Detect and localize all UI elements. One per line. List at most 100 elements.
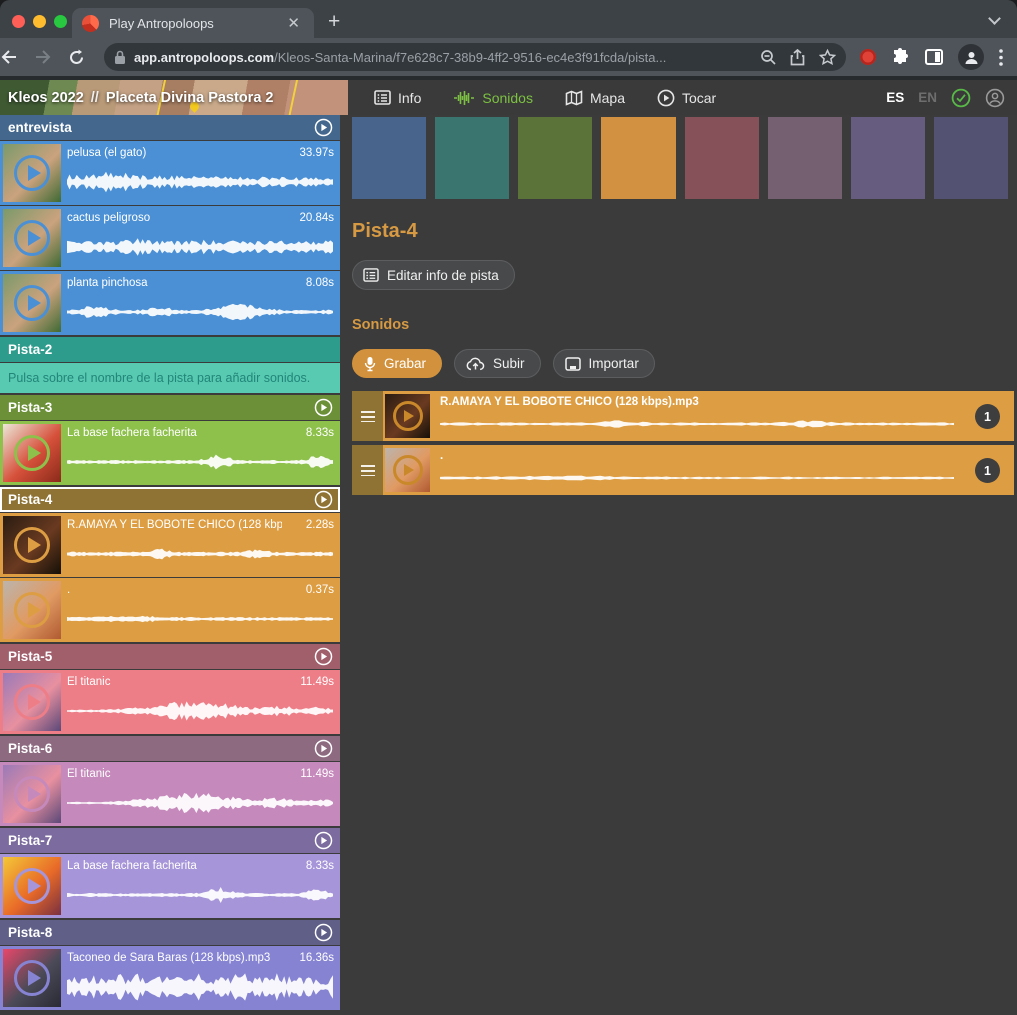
sound-play-icon[interactable] (14, 776, 50, 812)
track-swatch[interactable] (601, 117, 675, 199)
sound-row[interactable]: El titanic11.49s (0, 670, 340, 734)
track-header[interactable]: Pista-5 (0, 644, 340, 669)
track-swatch[interactable] (768, 117, 842, 199)
sound-row[interactable]: Taconeo de Sara Baras (128 kbps).mp316.3… (0, 946, 340, 1010)
track-swatch[interactable] (934, 117, 1008, 199)
zoom-out-icon[interactable] (760, 49, 776, 65)
sound-row[interactable]: R.AMAYA Y EL BOBOTE CHICO (128 kbps)....… (0, 513, 340, 577)
sound-duration: 11.49s (300, 768, 334, 780)
track-play-icon[interactable] (314, 118, 333, 137)
track-swatch[interactable] (352, 117, 426, 199)
zoom-window-button[interactable] (54, 15, 67, 28)
track-header[interactable]: Pista-6 (0, 736, 340, 761)
track-play-icon[interactable] (314, 490, 333, 509)
address-bar[interactable]: app.antropoloops.com/Kleos-Santa-Marina/… (104, 43, 846, 71)
track-header[interactable]: Pista-2 (0, 337, 340, 362)
sound-row[interactable]: .1 (352, 445, 1014, 495)
bookmark-star-icon[interactable] (819, 49, 836, 65)
url-text: app.antropoloops.com/Kleos-Santa-Marina/… (134, 50, 752, 65)
sound-play-icon[interactable] (393, 455, 423, 485)
sound-play-icon[interactable] (14, 285, 50, 321)
sound-row[interactable]: cactus peligroso20.84s (0, 206, 340, 270)
browser-tab[interactable]: Play Antropoloops ✕ (72, 8, 314, 38)
track-header[interactable]: Pista-8 (0, 920, 340, 945)
browser-toolbar: app.antropoloops.com/Kleos-Santa-Marina/… (0, 38, 1017, 76)
track-header[interactable]: Pista-3 (0, 395, 340, 420)
track-name: Pista-7 (8, 833, 314, 848)
sound-play-icon[interactable] (14, 592, 50, 628)
saved-check-icon[interactable] (951, 88, 971, 108)
waveform (67, 295, 333, 329)
sound-row[interactable]: R.AMAYA Y EL BOBOTE CHICO (128 kbps).mp3… (352, 391, 1014, 441)
nav-tab-tocar[interactable]: Tocar (645, 89, 728, 107)
track-swatch[interactable] (851, 117, 925, 199)
language-en[interactable]: EN (918, 90, 937, 105)
nav-tab-mapa[interactable]: Mapa (553, 90, 637, 106)
track-header[interactable]: entrevista (0, 115, 340, 140)
sound-play-icon[interactable] (14, 684, 50, 720)
tab-close-icon[interactable]: ✕ (283, 14, 304, 32)
sounds-section-title: Sonidos (352, 317, 1014, 333)
scene-photo[interactable]: Kleos 2022 // Placeta Divina Pastora 2 (0, 80, 348, 115)
forward-button[interactable] (34, 49, 68, 65)
sound-play-icon[interactable] (14, 220, 50, 256)
sound-row[interactable]: pelusa (el gato)33.97s (0, 141, 340, 205)
sound-row[interactable]: El titanic11.49s (0, 762, 340, 826)
track-play-icon[interactable] (314, 647, 333, 666)
track-play-icon[interactable] (314, 831, 333, 850)
track-swatch[interactable] (685, 117, 759, 199)
track-play-icon[interactable] (314, 398, 333, 417)
sound-name: La base fachera facherita (67, 427, 282, 439)
close-window-button[interactable] (12, 15, 25, 28)
sound-play-icon[interactable] (14, 155, 50, 191)
drag-handle[interactable] (352, 391, 383, 441)
sound-row[interactable]: La base fachera facherita8.33s (0, 854, 340, 918)
sound-thumbnail (3, 581, 61, 639)
track-sound-list: R.AMAYA Y EL BOBOTE CHICO (128 kbps).mp3… (352, 391, 1014, 495)
track-header[interactable]: Pista-4 (0, 487, 340, 512)
share-icon[interactable] (790, 49, 805, 66)
project-name: Kleos 2022 (8, 90, 84, 106)
browser-menu-icon[interactable] (999, 49, 1003, 66)
track-name: entrevista (8, 120, 314, 135)
track-swatch[interactable] (435, 117, 509, 199)
breadcrumb: Kleos 2022 // Placeta Divina Pastora 2 (8, 80, 274, 115)
back-button[interactable] (0, 49, 34, 65)
nav-tab-sonidos[interactable]: Sonidos (441, 90, 545, 106)
sound-play-icon[interactable] (14, 868, 50, 904)
track-header[interactable]: Pista-7 (0, 828, 340, 853)
language-es[interactable]: ES (886, 90, 904, 105)
sound-row[interactable]: La base fachera facherita8.33s (0, 421, 340, 485)
track-swatch[interactable] (518, 117, 592, 199)
tab-search-chevron-icon[interactable] (988, 12, 1001, 25)
track-name: Pista-2 (8, 342, 333, 357)
sound-row[interactable]: planta pinchosa8.08s (0, 271, 340, 335)
nav-tab-info[interactable]: Info (362, 90, 433, 106)
sound-title: . (440, 450, 964, 462)
count-badge: 1 (975, 458, 1000, 483)
new-tab-button[interactable]: + (328, 8, 340, 36)
side-panel-icon[interactable] (925, 49, 943, 65)
sound-play-icon[interactable] (393, 401, 423, 431)
sound-play-icon[interactable] (14, 435, 50, 471)
reload-button[interactable] (68, 49, 102, 66)
sound-name: pelusa (el gato) (67, 147, 282, 159)
sound-play-icon[interactable] (14, 527, 50, 563)
record-extension-icon[interactable] (860, 49, 876, 65)
scene-name: Placeta Divina Pastora 2 (106, 90, 274, 106)
record-sound-button[interactable]: Grabar (352, 349, 442, 378)
account-icon[interactable] (985, 88, 1005, 108)
import-sound-button[interactable]: Importar (553, 349, 655, 378)
minimize-window-button[interactable] (33, 15, 46, 28)
edit-track-info-button[interactable]: Editar info de pista (352, 260, 515, 290)
profile-avatar[interactable] (958, 44, 984, 70)
cloud-upload-icon (466, 357, 485, 371)
drag-handle[interactable] (352, 445, 383, 495)
track-detail-panel: Pista-4 Editar info de pista Sonidos Gra… (340, 115, 1017, 1015)
upload-sound-button[interactable]: Subir (454, 349, 541, 378)
sound-play-icon[interactable] (14, 960, 50, 996)
track-play-icon[interactable] (314, 923, 333, 942)
sound-row[interactable]: .0.37s (0, 578, 340, 642)
extensions-puzzle-icon[interactable] (891, 48, 910, 67)
track-play-icon[interactable] (314, 739, 333, 758)
